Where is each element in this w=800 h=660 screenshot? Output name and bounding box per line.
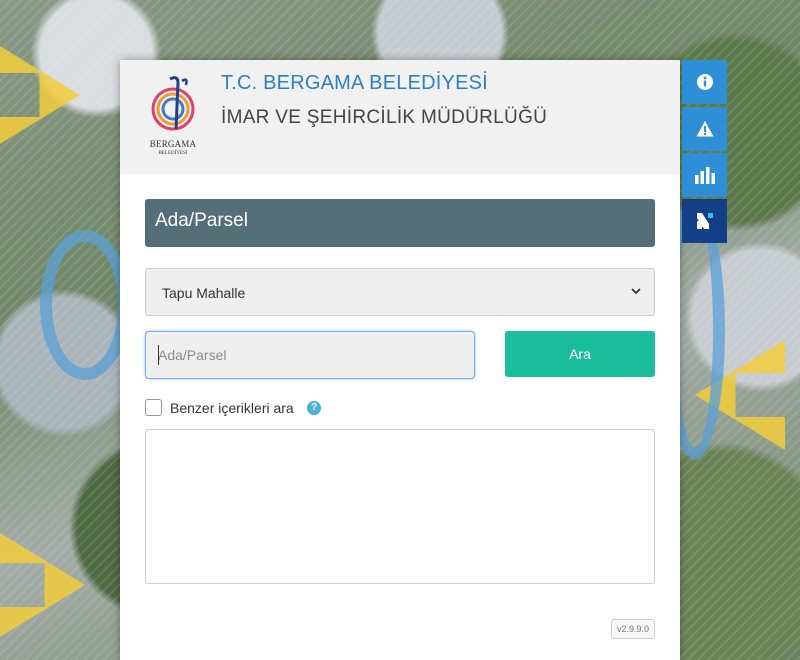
organization-title: T.C. BERGAMA BELEDİYESİ: [221, 72, 488, 94]
info-icon: [696, 74, 713, 90]
netcad-button[interactable]: [682, 199, 727, 243]
warning-button[interactable]: [682, 107, 727, 151]
search-button[interactable]: Ara: [505, 331, 655, 377]
netcad-logo-icon: [696, 213, 713, 229]
bergama-logo: BERGAMA BELEDİYESİ: [142, 73, 204, 159]
similar-search-checkbox[interactable]: [145, 399, 162, 416]
warning-icon: [696, 121, 713, 137]
search-panel: BERGAMA BELEDİYESİ T.C. BERGAMA BELEDİYE…: [120, 60, 680, 660]
chevron-down-icon: [631, 288, 641, 295]
department-title: İMAR VE ŞEHİRCİLİK MÜDÜRLÜĞÜ: [221, 107, 548, 128]
section-title: Ada/Parsel: [145, 199, 655, 247]
bar-chart-icon: [694, 167, 715, 184]
district-select-value: Tapu Mahalle: [162, 285, 246, 301]
info-button[interactable]: [682, 60, 727, 104]
district-select[interactable]: Tapu Mahalle: [145, 268, 655, 316]
parcel-search-placeholder: Ada/Parsel: [158, 347, 227, 363]
map-direction-marker: [0, 40, 80, 150]
panel-header: BERGAMA BELEDİYESİ T.C. BERGAMA BELEDİYE…: [120, 60, 680, 174]
similar-search-label[interactable]: Benzer içerikleri ara: [170, 400, 294, 416]
bergama-logo-icon: [151, 76, 195, 131]
logo-subtitle: BELEDİYESİ: [158, 151, 188, 156]
map-overlay-arc: [40, 230, 130, 380]
text-caret: [158, 345, 159, 365]
parcel-search-input[interactable]: Ada/Parsel: [145, 331, 475, 379]
version-badge: v2.9.9.0: [611, 619, 655, 639]
help-icon[interactable]: ?: [307, 401, 321, 415]
map-direction-marker: [0, 530, 85, 640]
statistics-button[interactable]: [682, 153, 727, 197]
results-list[interactable]: [145, 429, 655, 584]
logo-wordmark: BERGAMA: [149, 139, 197, 149]
